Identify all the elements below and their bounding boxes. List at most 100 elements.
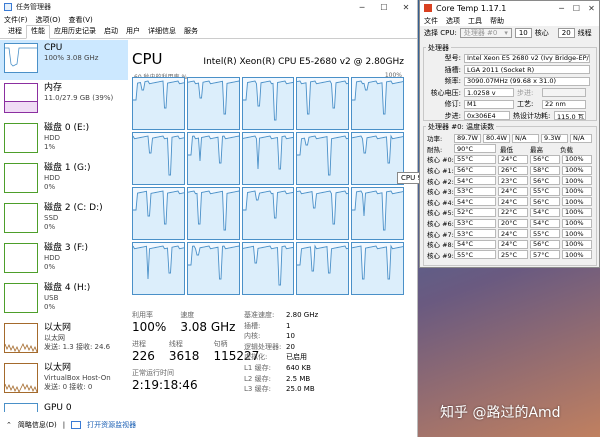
core-load-value: 100%	[562, 250, 592, 260]
model-label: 型号:	[444, 54, 461, 63]
sidebar-item-net[interactable]: 以太网 以太网 发送: 1.3 接收: 24.6	[0, 320, 128, 360]
platform-label: 插槽:	[444, 65, 461, 74]
sidebar-item-disk[interactable]: 磁盘 0 (E:) HDD 1%	[0, 120, 128, 160]
tab-startup[interactable]: 启动	[100, 26, 122, 38]
tdp-label: 热设计功耗:	[513, 111, 551, 120]
logical-processor-graph[interactable]	[241, 132, 295, 185]
sidebar-item-gpu[interactable]: GPU 0NVIDIA GeForce...4% (40 °C)	[0, 400, 128, 412]
sidebar-item-disk[interactable]: 磁盘 1 (G:) HDD 0%	[0, 160, 128, 200]
lithography-label: 工艺:	[517, 100, 534, 109]
processes-value: 226	[132, 349, 155, 363]
cpu-usage-area	[242, 246, 294, 294]
tab-app-history[interactable]: 应用历史记录	[50, 26, 100, 38]
coretemp-menu-file[interactable]: 文件	[424, 16, 438, 26]
spec-value: 1	[286, 321, 291, 330]
coretemp-minimize-icon[interactable]: ─	[554, 4, 569, 13]
coretemp-close-icon[interactable]: ✕	[584, 4, 599, 13]
sidebar-item-net[interactable]: 以太网 VirtualBox Host-On 发送: 0 接收: 0	[0, 360, 128, 400]
cpu-usage-area	[187, 136, 239, 184]
logical-processor-graph[interactable]	[351, 242, 404, 295]
sidebar-item-cpu[interactable]: CPU 100% 3.08 GHz	[0, 40, 128, 80]
sidebar-item-sub: HDD	[44, 174, 61, 182]
tab-processes[interactable]: 进程	[4, 26, 26, 38]
logical-processor-graph[interactable]	[241, 77, 295, 130]
disk-thumbnail-graph	[4, 203, 38, 233]
sidebar-item-mem[interactable]: 内存 11.0/27.9 GB (39%)	[0, 80, 128, 120]
cpu-title: CPU	[132, 50, 163, 68]
tab-details[interactable]: 详细信息	[144, 26, 180, 38]
chevron-up-icon[interactable]: ⌃	[6, 421, 12, 429]
logical-processor-graph[interactable]	[132, 77, 185, 130]
tab-services[interactable]: 服务	[180, 26, 202, 38]
logical-processor-graph[interactable]	[296, 77, 350, 130]
tab-performance[interactable]: 性能	[26, 25, 50, 39]
menu-bar: 文件(F) 选项(O) 查看(V)	[0, 14, 417, 26]
fewer-details-link[interactable]: 简略信息(D)	[18, 420, 57, 430]
logical-processor-graph[interactable]	[296, 242, 350, 295]
sidebar-item-sub: USB	[44, 294, 59, 302]
core-current-value: 56°C	[454, 165, 496, 175]
core-max-value: 58°C	[530, 165, 560, 175]
cpu-usage-area	[133, 191, 184, 239]
logical-processor-graph[interactable]	[186, 77, 240, 130]
core-temp-row: 核心 #2: 54°C 23°C 56°C 100%	[424, 175, 596, 186]
spec-value: 2.80 GHz	[286, 311, 319, 319]
cpu-usage-area	[187, 191, 239, 239]
tab-users[interactable]: 用户	[122, 26, 144, 38]
tab-bar: 进程 性能 应用历史记录 启动 用户 详细信息 服务	[0, 25, 417, 39]
power-row: 功率: 89.7W 80.4W N/A 9.3W N/A	[424, 133, 596, 144]
logical-processor-graph[interactable]	[132, 242, 185, 295]
menu-view[interactable]: 查看(V)	[68, 15, 92, 25]
cores-label: 核心	[534, 29, 549, 37]
logical-processor-graphs[interactable]	[132, 77, 404, 295]
logical-processor-graph[interactable]	[132, 187, 185, 240]
logical-processor-graph[interactable]	[296, 187, 350, 240]
temps-group-title: 处理器 #0: 温度读数	[426, 122, 497, 132]
disk-thumbnail-graph	[4, 243, 38, 273]
sidebar-item-sub: HDD	[44, 134, 61, 142]
spec-key: 内核:	[244, 332, 261, 341]
sidebar-item-disk[interactable]: 磁盘 3 (F:) HDD 0%	[0, 240, 128, 280]
core-max-value: 54°C	[530, 207, 560, 217]
revision-value: M1	[464, 99, 514, 109]
core-min-value: 24°C	[498, 154, 528, 164]
logical-processor-graph[interactable]	[351, 77, 404, 130]
logical-processor-graph[interactable]	[296, 132, 350, 185]
spec-key: 逻辑处理器:	[244, 342, 282, 351]
cpu-usage-area	[352, 246, 403, 294]
sidebar-item-disk[interactable]: 磁盘 4 (H:) USB 0%	[0, 280, 128, 320]
spec-value: 已启用	[286, 353, 307, 362]
coretemp-menu: 文件 选项 工具 帮助	[420, 15, 599, 26]
coretemp-menu-options[interactable]: 选项	[446, 16, 460, 26]
close-icon[interactable]: ✕	[395, 3, 417, 12]
logical-processor-graph[interactable]	[351, 187, 404, 240]
logical-processor-graph[interactable]	[186, 242, 240, 295]
logical-processor-graph[interactable]	[186, 187, 240, 240]
coretemp-menu-tools[interactable]: 工具	[468, 16, 482, 26]
cpu-usage-area	[352, 81, 403, 129]
cpu-select-dropdown[interactable]: 处理器 #0 ▾	[459, 28, 512, 38]
cpu-usage-area	[187, 246, 239, 294]
step-value	[542, 88, 586, 98]
logical-processor-graph[interactable]	[132, 132, 185, 185]
menu-file[interactable]: 文件(F)	[4, 15, 28, 25]
threads-label: 线程	[168, 340, 183, 348]
logical-processor-graph[interactable]	[186, 132, 240, 185]
sidebar-item-val: 1%	[44, 143, 56, 151]
core-max-value: 55°C	[530, 229, 560, 239]
coretemp-maximize-icon[interactable]: ☐	[569, 4, 584, 13]
sidebar-item-sub: VirtualBox Host-On	[44, 374, 111, 382]
sidebar-item-disk[interactable]: 磁盘 2 (C: D:) SSD 0%	[0, 200, 128, 240]
menu-options[interactable]: 选项(O)	[36, 15, 61, 25]
spec-row: 虚拟化: 已启用	[244, 352, 414, 363]
vid-label: 核心电压:	[430, 88, 461, 97]
cpuid-label: 步进:	[444, 111, 461, 120]
logical-processor-graph[interactable]	[241, 187, 295, 240]
logical-processor-graph[interactable]	[241, 242, 295, 295]
cpu-model-name: Intel(R) Xeon(R) CPU E5-2680 v2 @ 2.80GH…	[203, 57, 404, 67]
core-current-value: 54°C	[454, 239, 496, 249]
coretemp-menu-help[interactable]: 帮助	[490, 16, 504, 26]
maximize-icon[interactable]: ☐	[373, 3, 395, 12]
minimize-icon[interactable]: ─	[351, 3, 373, 12]
open-resource-monitor-link[interactable]: 打开资源监视器	[87, 420, 136, 430]
